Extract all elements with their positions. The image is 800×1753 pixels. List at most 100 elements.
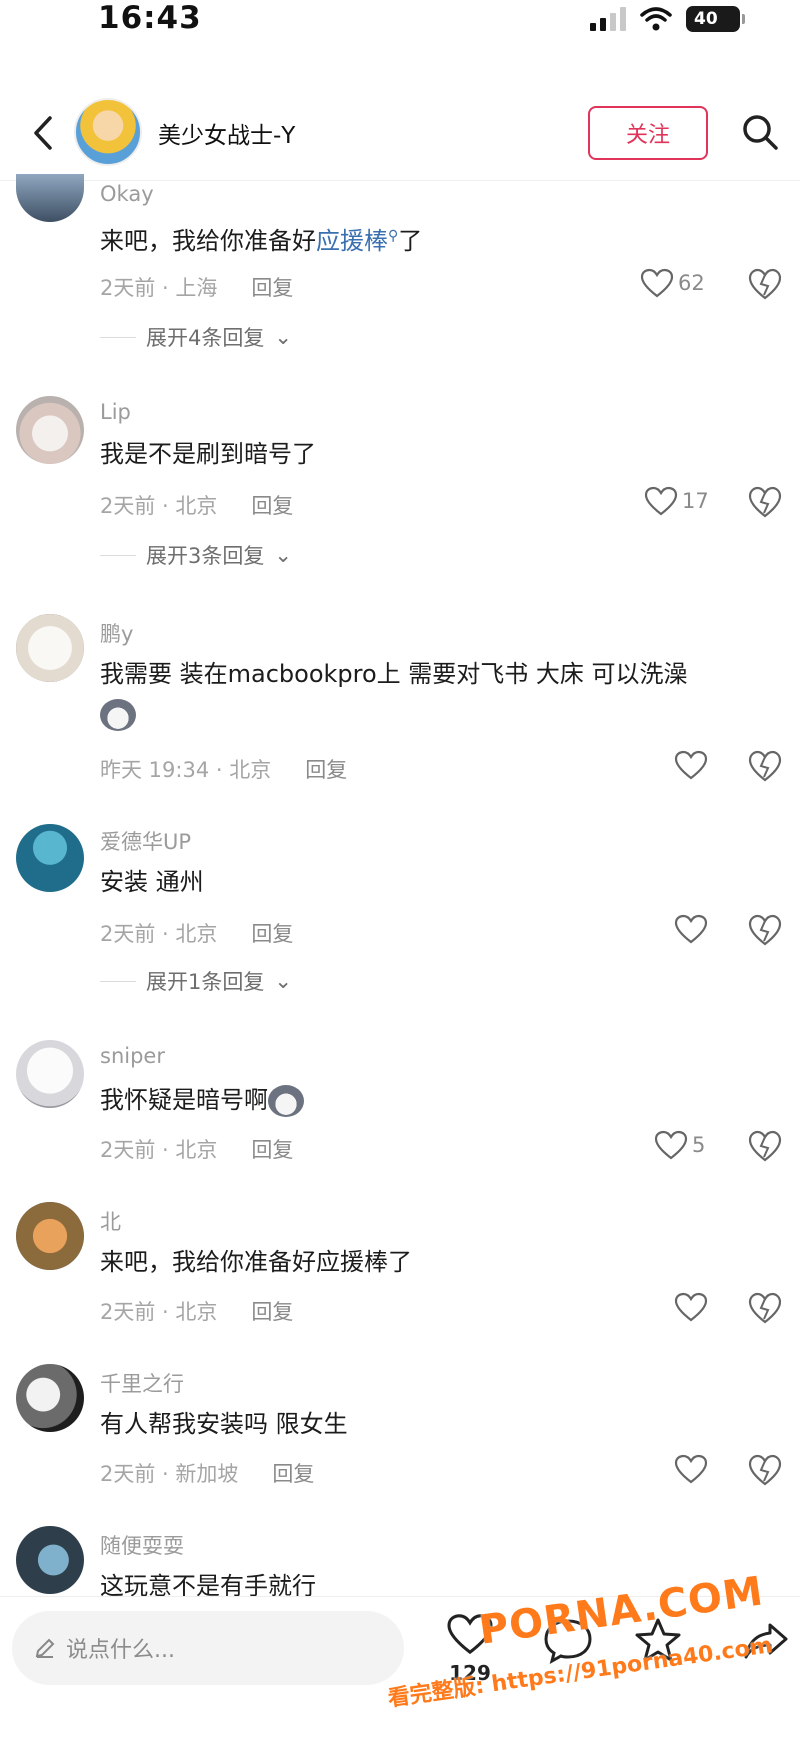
comment-text-part: 了 <box>398 227 423 255</box>
search-icon[interactable] <box>738 110 782 154</box>
header-divider <box>0 180 800 181</box>
comment-text: 来吧，我给你准备好应援棒了 <box>100 1248 412 1276</box>
chevron-down-icon: ⌄ <box>274 325 292 349</box>
expand-line <box>100 336 136 338</box>
follow-button[interactable]: 关注 <box>588 106 708 160</box>
status-bar: 16:43 40 <box>0 0 800 60</box>
reply-button[interactable]: 回复 <box>251 490 293 520</box>
comment-time-location: 2天前 · 北京 <box>100 922 218 946</box>
reply-button[interactable]: 回复 <box>251 1134 293 1164</box>
comment-text: 来吧，我给你准备好应援棒⚲了 <box>100 216 760 261</box>
profile-name[interactable]: 美少女战士-Y <box>158 116 295 150</box>
comment-text: 我怀疑是暗号啊 <box>100 1080 760 1120</box>
like-button[interactable] <box>674 750 708 780</box>
pencil-icon <box>35 1638 55 1658</box>
comment-text-part: 来吧，我给你准备好 <box>100 227 316 255</box>
heart-icon <box>644 486 678 516</box>
comment-text-part: 我需要 装在macbookpro上 需要对飞书 大床 可以洗澡 <box>100 660 688 688</box>
profile-avatar[interactable] <box>74 98 142 166</box>
comment-input-placeholder: 说点什么... <box>66 1638 175 1663</box>
like-button[interactable] <box>674 914 708 944</box>
like-button[interactable]: 5 <box>654 1130 705 1160</box>
dislike-icon[interactable] <box>748 1454 782 1486</box>
like-button[interactable]: 62 <box>640 268 705 298</box>
heart-icon <box>640 268 674 298</box>
like-button[interactable]: 17 <box>644 486 709 516</box>
battery-icon: 40 <box>686 6 745 32</box>
expand-replies[interactable]: 展开1条回复 ⌄ <box>100 966 292 996</box>
comment-username[interactable]: 北 <box>100 1206 121 1236</box>
comment-meta: 2天前 · 新加坡 回复 <box>100 1458 314 1488</box>
back-arrow-icon[interactable] <box>22 108 66 158</box>
status-icons: 40 <box>590 6 745 32</box>
comment-text: 有人帮我安装吗 限女生 <box>100 1410 348 1438</box>
wifi-icon <box>640 7 672 31</box>
chevron-down-icon: ⌄ <box>274 543 292 567</box>
dislike-icon[interactable] <box>748 750 782 782</box>
reply-button[interactable]: 回复 <box>305 754 347 784</box>
comment-input[interactable]: 说点什么... <box>12 1611 404 1685</box>
comment-avatar[interactable] <box>16 174 84 222</box>
comment-meta: 2天前 · 北京 回复 <box>100 1134 293 1164</box>
dislike-icon[interactable] <box>748 1130 782 1162</box>
heart-icon <box>674 1292 708 1322</box>
expand-replies-label[interactable]: 展开1条回复 <box>146 966 264 996</box>
expand-replies-label[interactable]: 展开4条回复 <box>146 322 264 352</box>
comment-meta: 2天前 · 北京 回复 <box>100 918 293 948</box>
comment-username[interactable]: 鹏y <box>100 618 133 648</box>
dislike-icon[interactable] <box>748 1292 782 1324</box>
comment-time-location: 2天前 · 新加坡 <box>100 1462 239 1486</box>
reply-button[interactable]: 回复 <box>251 1296 293 1326</box>
heart-icon <box>674 1454 708 1484</box>
comment-avatar[interactable] <box>16 396 84 464</box>
comment-avatar[interactable] <box>16 824 84 892</box>
expand-replies[interactable]: 展开4条回复 ⌄ <box>100 322 292 352</box>
comment-time-location: 2天前 · 北京 <box>100 1138 218 1162</box>
comment-meta: 2天前 · 上海 回复 <box>100 272 293 302</box>
comment-username[interactable]: sniper <box>100 1044 165 1068</box>
reply-button[interactable]: 回复 <box>272 1458 314 1488</box>
comment-search-link[interactable]: 应援棒 <box>316 227 388 255</box>
comment-avatar[interactable] <box>16 1040 84 1108</box>
comment-time-location: 昨天 19:34 · 北京 <box>100 758 272 782</box>
comment-username[interactable]: Lip <box>100 400 131 424</box>
expand-replies-label[interactable]: 展开3条回复 <box>146 540 264 570</box>
heart-icon <box>674 914 708 944</box>
comment-avatar[interactable] <box>16 614 84 682</box>
status-time: 16:43 <box>98 0 202 36</box>
comment-avatar[interactable] <box>16 1526 84 1594</box>
comment-username[interactable]: Okay <box>100 182 154 206</box>
dislike-icon[interactable] <box>748 914 782 946</box>
comment-time-location: 2天前 · 北京 <box>100 494 218 518</box>
comment-text: 我需要 装在macbookpro上 需要对飞书 大床 可以洗澡 <box>100 654 760 734</box>
reply-button[interactable]: 回复 <box>251 272 293 302</box>
like-button[interactable] <box>674 1454 708 1484</box>
comment-username[interactable]: 千里之行 <box>100 1368 184 1398</box>
comment-meta: 2天前 · 北京 回复 <box>100 1296 293 1326</box>
comment-text-part: 我怀疑是暗号啊 <box>100 1086 268 1114</box>
cat-emoji-icon <box>268 1085 304 1117</box>
dislike-icon[interactable] <box>748 486 782 518</box>
expand-line <box>100 980 136 982</box>
comment-avatar[interactable] <box>16 1364 84 1432</box>
expand-replies[interactable]: 展开3条回复 ⌄ <box>100 540 292 570</box>
comment-meta: 昨天 19:34 · 北京 回复 <box>100 754 347 784</box>
cellular-signal-icon <box>590 7 626 31</box>
comment-username[interactable]: 爱德华UP <box>100 826 191 856</box>
like-count: 5 <box>692 1133 706 1157</box>
cat-emoji-icon <box>100 699 136 731</box>
reply-button[interactable]: 回复 <box>251 918 293 948</box>
like-button[interactable] <box>674 1292 708 1322</box>
comment-username[interactable]: 随便耍耍 <box>100 1530 184 1560</box>
like-count: 17 <box>682 489 709 513</box>
chevron-down-icon: ⌄ <box>274 969 292 993</box>
comment-avatar[interactable] <box>16 1202 84 1270</box>
comment-text: 安装 通州 <box>100 868 204 896</box>
heart-icon <box>674 750 708 780</box>
expand-line <box>100 554 136 556</box>
search-mini-icon: ⚲ <box>388 228 399 244</box>
dislike-icon[interactable] <box>748 268 782 300</box>
comment-text: 我是不是刷到暗号了 <box>100 440 316 468</box>
heart-icon <box>654 1130 688 1160</box>
comment-time-location: 2天前 · 北京 <box>100 1300 218 1324</box>
